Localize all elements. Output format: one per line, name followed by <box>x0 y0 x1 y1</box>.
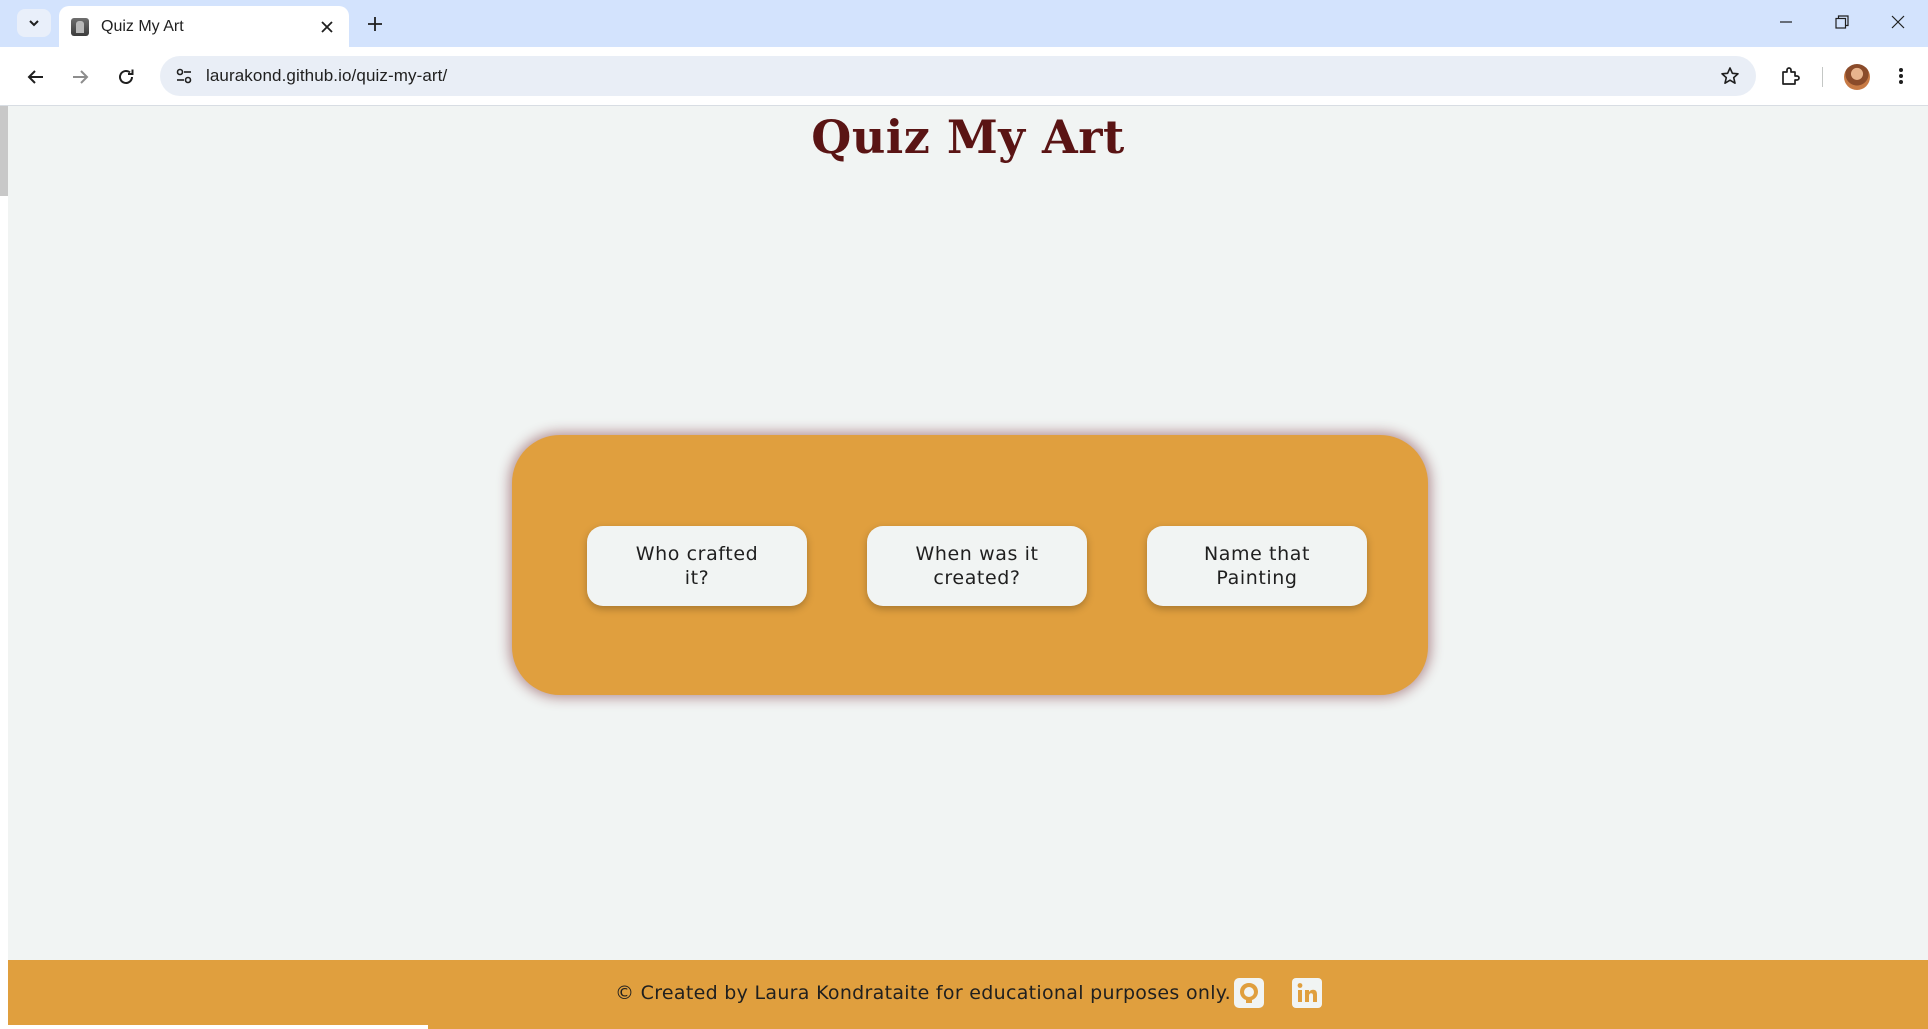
page-left-edge <box>0 106 8 1029</box>
page-title: Quiz My Art <box>811 110 1125 164</box>
tune-icon <box>176 68 192 84</box>
tab-strip: Quiz My Art <box>0 0 1928 47</box>
tab-search-button[interactable] <box>17 9 51 37</box>
back-button[interactable] <box>20 61 52 93</box>
star-icon <box>1721 67 1739 84</box>
browser-tab[interactable]: Quiz My Art <box>59 6 349 47</box>
puzzle-icon <box>1782 67 1800 85</box>
close-window-button[interactable] <box>1870 0 1926 44</box>
reload-icon <box>119 69 134 84</box>
extensions-button[interactable] <box>1774 60 1806 92</box>
plus-icon <box>368 17 382 31</box>
linkedin-link[interactable] <box>1290 976 1324 1010</box>
forward-button[interactable] <box>64 61 96 93</box>
url-text: laurakond.github.io/quiz-my-art/ <box>206 66 448 85</box>
toolbar-divider <box>1822 67 1823 87</box>
page-content: Quiz My Art Who crafted it? When was it … <box>8 106 1928 1029</box>
browser-toolbar: laurakond.github.io/quiz-my-art/ <box>0 47 1928 106</box>
minimize-button[interactable] <box>1758 0 1814 44</box>
scrollbar-thumb[interactable] <box>0 106 8 196</box>
github-icon <box>1234 978 1264 1008</box>
arrow-left-icon <box>27 70 43 84</box>
profile-avatar[interactable] <box>1844 64 1870 90</box>
site-info-button[interactable] <box>168 60 200 92</box>
close-tab-icon[interactable] <box>313 13 341 41</box>
reload-button[interactable] <box>110 61 142 93</box>
bookmark-button[interactable] <box>1714 60 1746 92</box>
who-crafted-it-button[interactable]: Who crafted it? <box>587 526 807 606</box>
bottom-edge <box>8 1025 428 1029</box>
close-icon <box>1891 15 1905 29</box>
browser-menu-button[interactable] <box>1886 60 1916 92</box>
more-vert-icon <box>1899 68 1903 84</box>
restore-icon <box>1835 15 1849 29</box>
tab-title: Quiz My Art <box>101 17 184 35</box>
minimize-icon <box>1780 21 1792 23</box>
favicon-icon <box>71 17 89 36</box>
when-was-it-created-button[interactable]: When was it created? <box>867 526 1087 606</box>
new-tab-button[interactable] <box>360 9 390 39</box>
footer: © Created by Laura Kondrataite for educa… <box>8 960 1928 1029</box>
github-link[interactable] <box>1232 976 1266 1010</box>
quiz-selection-card: Who crafted it? When was it created? Nam… <box>512 435 1428 695</box>
arrow-right-icon <box>73 70 89 84</box>
restore-button[interactable] <box>1814 0 1870 44</box>
name-that-painting-button[interactable]: Name that Painting <box>1147 526 1367 606</box>
chevron-down-icon <box>29 20 39 27</box>
linkedin-icon <box>1292 978 1322 1008</box>
address-bar[interactable]: laurakond.github.io/quiz-my-art/ <box>160 56 1756 96</box>
footer-copyright: © Created by Laura Kondrataite for educa… <box>615 982 1231 1004</box>
